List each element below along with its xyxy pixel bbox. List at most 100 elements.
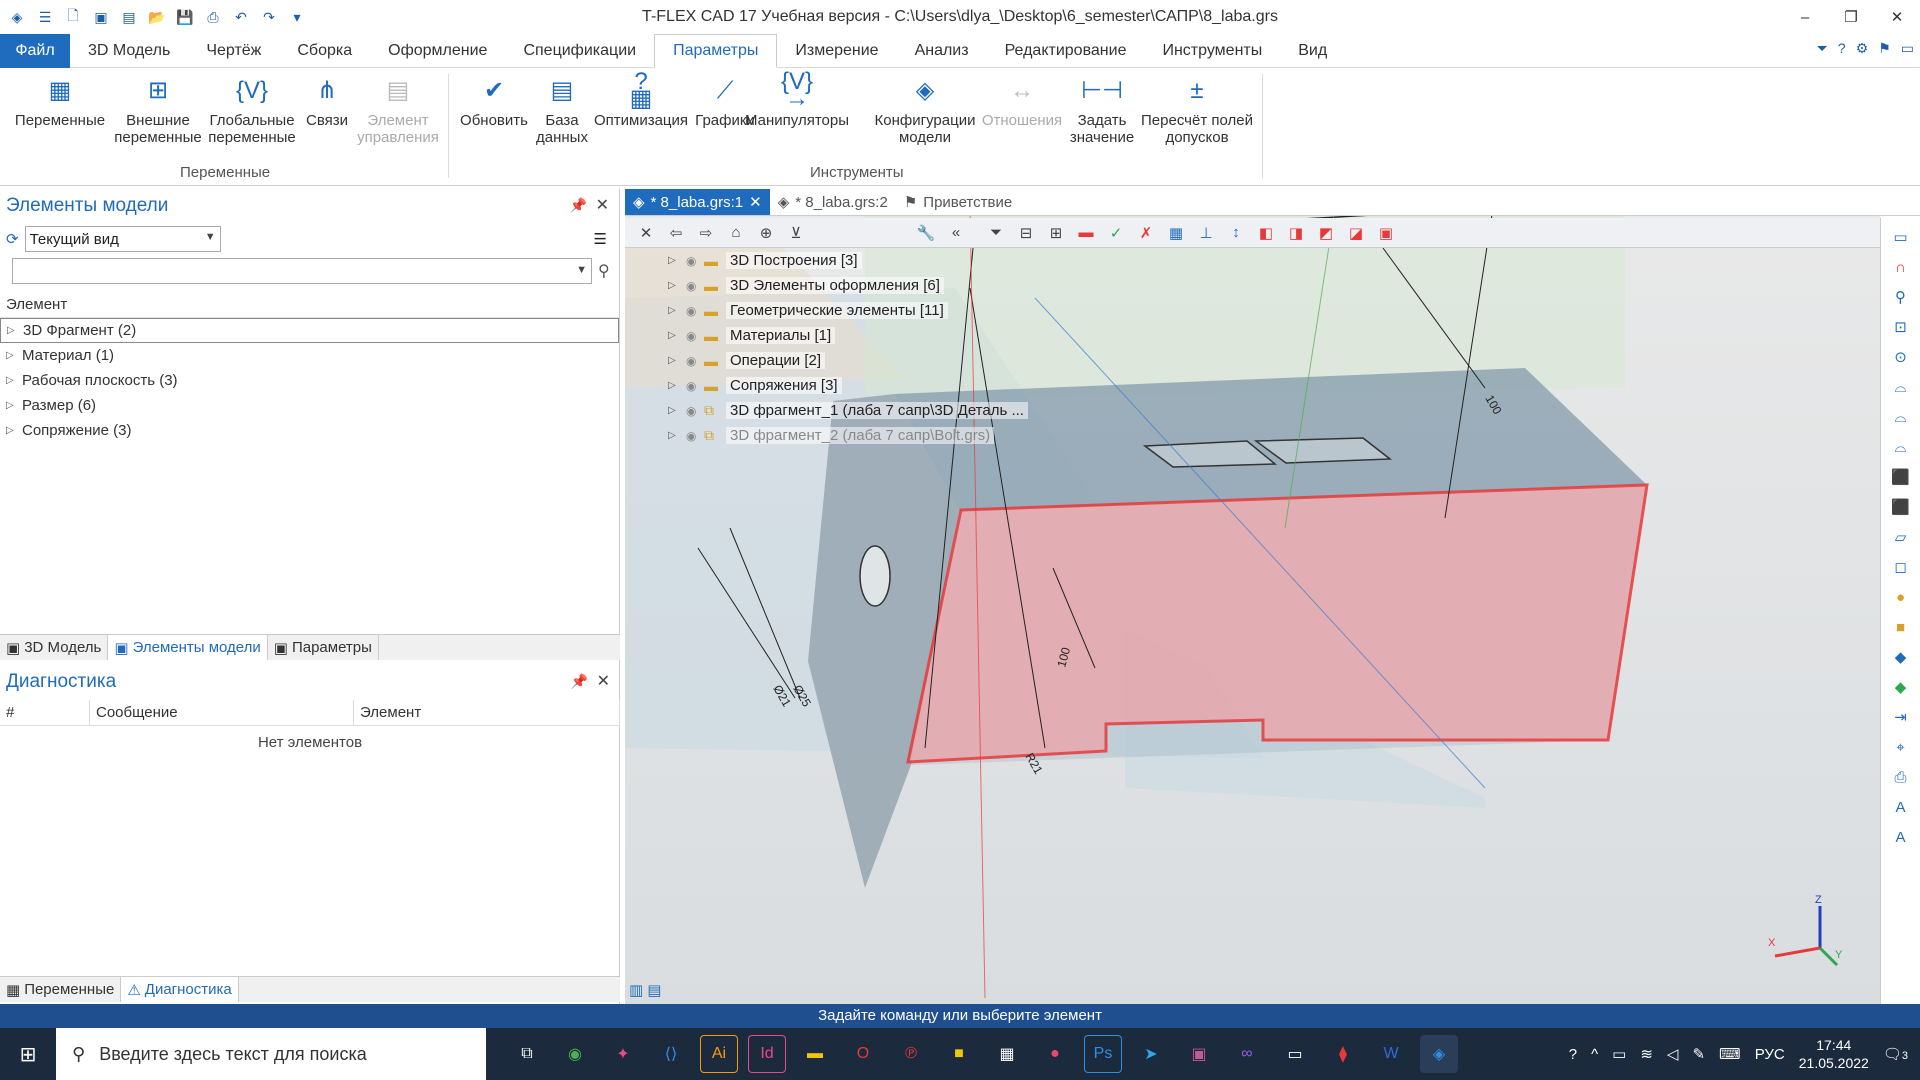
tree-item[interactable]: ▷ Размер (6) [0,393,619,418]
sphere-icon[interactable]: ● [1888,584,1914,610]
ribbon-button-1[interactable]: ⊞ Внешние переменные [113,72,203,146]
cube-red-icon[interactable]: ◧ [1255,224,1277,242]
printer-icon[interactable]: ⎙ [1888,764,1914,790]
visibility-icon[interactable]: ◉ [686,379,704,393]
cube-check-icon[interactable]: ⬛ [1888,464,1914,490]
ribbon-button-5[interactable]: ✔ Обновить [454,72,534,129]
help-icon[interactable]: ? [1838,40,1846,57]
battery-icon[interactable]: ▭ [1612,1045,1626,1063]
check-icon[interactable]: ✓ [1105,224,1127,242]
ribbon-button-9[interactable]: {V}→ Манипуляторы [742,70,852,130]
cube-wire-icon[interactable]: ◻ [1888,554,1914,580]
glasses2-icon[interactable]: ⌓ [1888,404,1914,430]
close-icon[interactable]: ✕ [749,193,762,211]
model-tree-item[interactable]: ▷ ◉ ▬ 3D Элементы оформления [6] [668,273,1028,298]
task-view-icon[interactable]: ⧉ [508,1035,546,1073]
app-logo-icon[interactable]: ◈ [6,6,28,28]
magnet-icon[interactable]: ∩ [1888,254,1914,280]
pin-icon[interactable]: 📌 [570,197,587,214]
menu-tab-5[interactable]: Параметры [654,34,778,68]
pinterest-icon[interactable]: ℗ [892,1035,930,1073]
menu-tab-4[interactable]: Спецификации [505,34,654,68]
back-icon[interactable]: ⇦ [665,224,687,242]
minimize-icon[interactable]: – [1782,0,1828,34]
axes-icon[interactable]: ⊥ [1195,224,1217,242]
menu-tab-8[interactable]: Редактирование [987,34,1145,68]
save-icon[interactable]: 💾 [174,6,196,28]
new-file-icon[interactable]: 🗋 [62,6,84,28]
filter-icon[interactable]: ⏷ [1817,40,1828,57]
cube-check2-icon[interactable]: ⬛ [1888,494,1914,520]
close-icon[interactable]: ✕ [596,195,609,215]
photoshop-icon[interactable]: Ps [1084,1035,1122,1073]
refresh-icon[interactable]: ⟳ [6,230,19,248]
expand-icon[interactable]: ▷ [668,255,686,266]
panel-tab-1[interactable]: ▣ Элементы модели [108,635,268,660]
expand-icon[interactable]: ▷ [668,305,686,316]
visibility-icon[interactable]: ◉ [686,304,704,318]
uncheck-icon[interactable]: ✗ [1135,224,1157,242]
filter-icon[interactable]: ⏷ [985,224,1007,241]
redo-icon[interactable]: ↷ [258,6,280,28]
menu-tab-9[interactable]: Инструменты [1144,34,1280,68]
ribbon-button-12[interactable]: ⊢⊣ Задать значение [1067,72,1137,146]
diag-tab-1[interactable]: ⚠ Диагностика [121,977,239,1002]
expand-icon[interactable]: ▷ [6,375,22,386]
sticky-notes-icon[interactable]: ■ [940,1035,978,1073]
ribbon-button-2[interactable]: {V} Глобальные переменные [202,72,302,146]
visibility-icon[interactable]: ◉ [686,354,704,368]
target-icon[interactable]: ⊕ [755,224,777,242]
pin-icon[interactable]: 📌 [571,673,588,690]
grid-icon[interactable]: ▦ [1165,224,1187,242]
model-tree-item[interactable]: ▷ ◉ ▬ Материалы [1] [668,323,1028,348]
tree-item[interactable]: ▷ Рабочая плоскость (3) [0,368,619,393]
tree-item[interactable]: ▷ Сопряжение (3) [0,418,619,443]
model-tree-item[interactable]: ▷ ◉ ▬ Операции [2] [668,348,1028,373]
expand-icon[interactable]: ▷ [668,280,686,291]
clock[interactable]: 17:44 21.05.2022 [1799,1036,1869,1072]
dimension-icon[interactable]: ↕ [1225,224,1247,241]
keyboard-icon[interactable]: ⌨ [1719,1045,1741,1063]
expand-icon[interactable]: ▷ [668,430,686,441]
expand-icon[interactable]: ▷ [6,400,22,411]
figma-icon[interactable]: ✦ [604,1035,642,1073]
customize-icon[interactable]: ▾ [286,6,308,28]
menu-tab-7[interactable]: Анализ [897,34,987,68]
menu-tab-0[interactable]: 3D Модель [70,34,188,68]
ribbon-button-0[interactable]: ▦ Переменные [10,72,110,129]
3d-model-icon[interactable]: ▣ [90,6,112,28]
expand-icon[interactable]: ▷ [668,355,686,366]
measure-icon[interactable]: ⌖ [1888,734,1914,760]
file-menu[interactable]: Файл [0,34,70,68]
cube-green-icon[interactable]: ◆ [1888,674,1914,700]
tree-item[interactable]: ▷ Материал (1) [0,343,619,368]
notifications-icon[interactable]: 🗨3 [1883,1045,1908,1063]
calculator-icon[interactable]: ▦ [988,1035,1026,1073]
language-indicator[interactable]: РУС [1755,1046,1785,1063]
flag-icon[interactable]: ⚑ [1878,40,1891,57]
diag-tab-0[interactable]: ▦ Переменные [0,977,122,1002]
volume-icon[interactable]: ◁ [1667,1045,1679,1063]
chevron-up-icon[interactable]: ^ [1591,1046,1598,1063]
menu-tab-1[interactable]: Чертёж [188,34,279,68]
expand-icon[interactable]: ▷ [6,425,22,436]
ribbon-button-3[interactable]: ⋔ Связи [302,72,352,129]
zoom-window-icon[interactable]: ⊡ [1888,314,1914,340]
chevron-left-icon[interactable]: « [945,224,967,241]
panel-tab-0[interactable]: ▣ 3D Модель [0,635,109,660]
ribbon-button-4[interactable]: ▤ Элемент управления [357,72,439,146]
visibility-icon[interactable]: ◉ [686,404,704,418]
search-icon[interactable]: ⚲ [598,261,610,281]
menu-tab-6[interactable]: Измерение [777,34,896,68]
ribbon-button-6[interactable]: ▤ База данных [532,72,592,146]
wifi-icon[interactable]: ≋ [1640,1045,1653,1063]
pen-icon[interactable]: ✎ [1692,1045,1705,1063]
expand-icon[interactable]: ▷ [668,405,686,416]
model-tree-item[interactable]: ▷ ◉ ▬ Сопряжения [3] [668,373,1028,398]
visibility-icon[interactable]: ◉ [686,254,704,268]
expand-icon[interactable]: ▷ [668,330,686,341]
vscode-icon[interactable]: ⟨⟩ [652,1035,690,1073]
model-tree-item[interactable]: ▷ ◉ ⧉ 3D фрагмент_1 (лаба 7 сапр\3D Деталь … [668,398,1028,423]
menu-tab-2[interactable]: Сборка [279,34,370,68]
doc-tab-0[interactable]: ◈ * 8_laba.grs:1 ✕ [625,189,770,215]
